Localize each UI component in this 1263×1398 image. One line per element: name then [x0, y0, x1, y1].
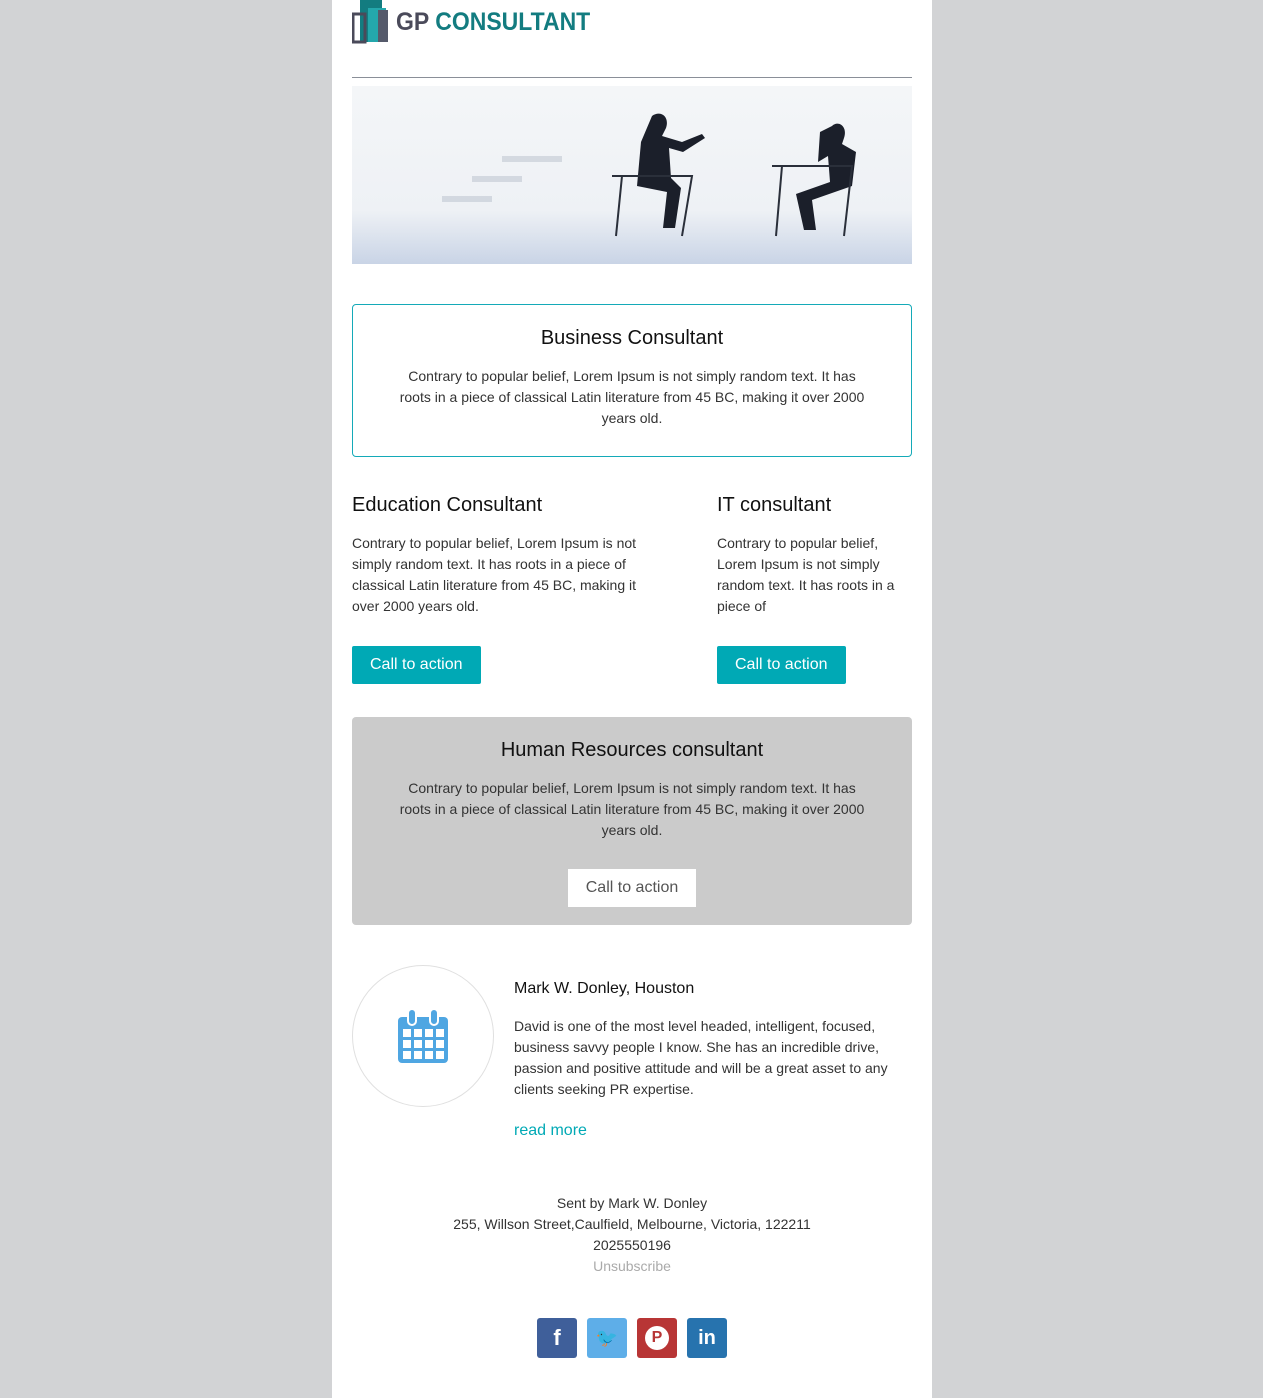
facebook-icon[interactable]: f: [537, 1318, 577, 1358]
card-title: Human Resources consultant: [500, 739, 764, 761]
twitter-icon[interactable]: 🐦: [587, 1318, 627, 1358]
email-container: GP CONSULTANT Business Consultant Contra…: [332, 0, 932, 1398]
column-title: Education Consultant: [352, 494, 543, 516]
calendar-icon: [398, 1009, 448, 1063]
column-title: IT consultant: [717, 494, 832, 516]
footer: Sent by Mark W. Donley 255, Willson Stre…: [332, 1193, 932, 1277]
pinterest-icon[interactable]: P: [637, 1318, 677, 1358]
column-body: Contrary to popular belief, Lorem Ipsum …: [717, 535, 895, 614]
logo[interactable]: GP CONSULTANT: [352, 0, 607, 44]
pinterest-glyph: P: [645, 1326, 669, 1350]
card-body: Contrary to popular belief, Lorem Ipsum …: [399, 368, 865, 426]
hero-image: [352, 86, 912, 264]
divider: [352, 77, 912, 78]
column-body: Contrary to popular belief, Lorem Ipsum …: [352, 535, 637, 614]
education-consultant-column: Education Consultant Contrary to popular…: [352, 494, 652, 684]
testimonial: Mark W. Donley, Houston David is one of …: [514, 980, 904, 1140]
it-consultant-column: IT consultant Contrary to popular belief…: [717, 494, 912, 684]
building-logo-icon: [352, 0, 388, 44]
testimonial-name: Mark W. Donley, Houston: [514, 980, 695, 997]
call-to-action-button[interactable]: Call to action: [717, 646, 846, 684]
linkedin-icon[interactable]: in: [687, 1318, 727, 1358]
call-to-action-button[interactable]: Call to action: [567, 869, 697, 907]
read-more-link[interactable]: read more: [514, 1122, 904, 1140]
avatar: [352, 965, 494, 1107]
card-title: Business Consultant: [540, 327, 724, 349]
card-body: Contrary to popular belief, Lorem Ipsum …: [399, 780, 865, 838]
sent-by: Sent by Mark W. Donley: [556, 1195, 708, 1211]
business-consultant-card: Business Consultant Contrary to popular …: [352, 304, 912, 457]
address: 255, Willson Street,Caulfield, Melbourne…: [453, 1216, 811, 1232]
phone: 2025550196: [593, 1237, 671, 1253]
call-to-action-button[interactable]: Call to action: [352, 646, 481, 684]
testimonial-body: David is one of the most level headed, i…: [514, 1018, 888, 1097]
logo-text: GP CONSULTANT: [396, 8, 591, 36]
social-links: f 🐦 P in: [537, 1318, 727, 1358]
human-resources-card: Human Resources consultant Contrary to p…: [352, 717, 912, 925]
unsubscribe-link[interactable]: Unsubscribe: [332, 1256, 932, 1277]
